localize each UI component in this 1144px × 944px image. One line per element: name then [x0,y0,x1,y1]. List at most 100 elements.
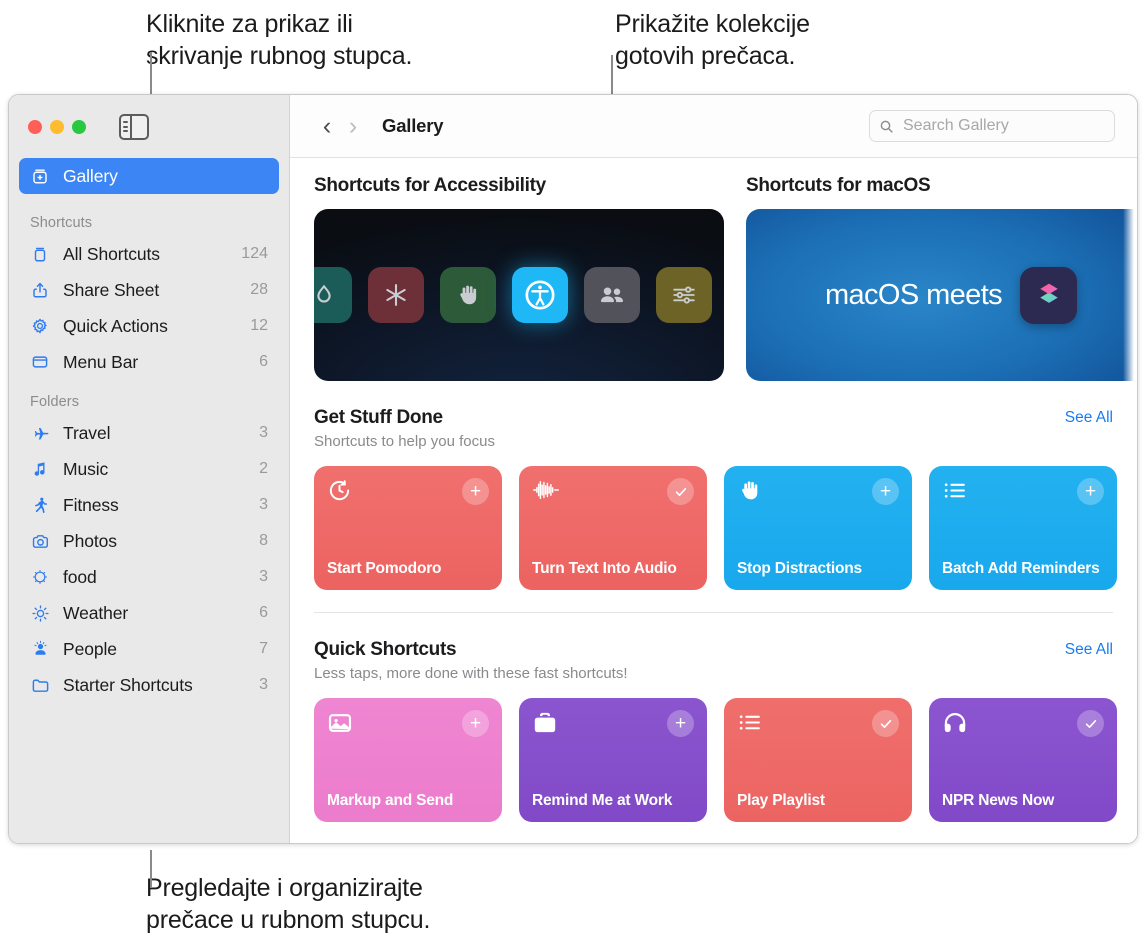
sidebar-list: Gallery Shortcuts All Shortcuts 124 Shar… [9,158,289,843]
chevron-right-icon[interactable]: › [340,113,366,139]
sliders-icon [656,267,712,323]
shortcut-card-batch-add-reminders[interactable]: + Batch Add Reminders [929,466,1117,590]
add-badge[interactable]: + [462,478,489,505]
close-button[interactable] [28,119,42,134]
shortcut-card-markup-and-send[interactable]: + Markup and Send [314,698,502,822]
sidebar-item-fitness[interactable]: Fitness 3 [19,487,279,523]
share-icon [29,281,51,299]
sidebar-item-gallery[interactable]: Gallery [19,158,279,194]
sidebar-item-count: 3 [259,568,268,585]
banner-title: Shortcuts for Accessibility [314,175,546,196]
callout-gallery: Prikažite kolekcije gotovih prečaca. [615,10,810,70]
sidebar-toggle-icon[interactable] [119,113,149,140]
see-all-link[interactable]: See All [1065,641,1113,659]
section-header: Quick Shortcuts Less taps, more done wit… [314,639,1137,682]
sidebar-item-label: All Shortcuts [63,243,160,264]
sidebar-item-count: 6 [259,604,268,621]
person-sparkle-icon [29,640,51,659]
gear-icon [29,317,51,335]
banner-macos: Shortcuts for macOS macOS meets [746,175,1137,381]
sidebar-item-travel[interactable]: Travel 3 [19,415,279,451]
shortcut-card-stop-distractions[interactable]: + Stop Distractions [724,466,912,590]
sidebar-item-count: 12 [250,317,268,334]
asterisk-icon [368,267,424,323]
sidebar-item-menu-bar[interactable]: Menu Bar 6 [19,344,279,380]
section-quick-shortcuts: Quick Shortcuts Less taps, more done wit… [314,613,1137,822]
shortcut-card-partial[interactable] [1134,466,1137,590]
sidebar-item-count: 8 [259,532,268,549]
waveform-icon [532,478,560,502]
see-all-link[interactable]: See All [1065,409,1113,427]
page-title: Gallery [382,115,444,136]
sidebar-toolbar [9,95,289,158]
sidebar-item-label: Quick Actions [63,315,168,336]
sidebar-item-food[interactable]: food 3 [19,559,279,595]
banner-macos-text: macOS meets [824,278,1003,311]
shortcut-card-name: NPR News Now [942,792,1055,809]
sidebar-item-label: People [63,638,117,659]
sidebar: Gallery Shortcuts All Shortcuts 124 Shar… [9,95,290,843]
add-badge[interactable]: + [462,710,489,737]
sidebar-item-count: 124 [241,245,268,262]
list-icon [942,478,967,503]
search-input[interactable] [901,116,1105,136]
briefcase-icon [532,710,558,736]
search-field[interactable] [869,110,1115,142]
sidebar-item-count: 7 [259,640,268,657]
sidebar-item-music[interactable]: Music 2 [19,451,279,487]
check-badge[interactable] [1077,710,1104,737]
add-badge[interactable]: + [872,478,899,505]
hand-raised-icon [440,267,496,323]
add-badge[interactable]: + [1077,478,1104,505]
menubar-icon [29,353,51,371]
drop-icon [314,267,352,323]
shortcut-card-turn-text-into-audio[interactable]: Turn Text Into Audio [519,466,707,590]
sidebar-item-label: Music [63,458,109,479]
banner-card-macos[interactable]: macOS meets [746,209,1137,381]
shortcut-card-start-pomodoro[interactable]: + Start Pomodoro [314,466,502,590]
shortcut-card-name: Stop Distractions [737,560,862,577]
banner-card-accessibility[interactable] [314,209,724,381]
shortcut-card-name: Start Pomodoro [327,560,442,577]
shortcut-card-remind-me-at-work[interactable]: + Remind Me at Work [519,698,707,822]
sidebar-item-count: 28 [250,281,268,298]
sidebar-item-label: Photos [63,530,117,551]
sidebar-item-label: Weather [63,602,129,623]
hand-raised-icon [737,478,762,503]
sidebar-item-share-sheet[interactable]: Share Sheet 28 [19,272,279,308]
shortcut-card-npr-news-now[interactable]: NPR News Now [929,698,1117,822]
sidebar-item-starter-shortcuts[interactable]: Starter Shortcuts 3 [19,667,279,703]
sidebar-item-quick-actions[interactable]: Quick Actions 12 [19,308,279,344]
window-controls [28,119,86,134]
burst-circle-icon [29,568,51,586]
minimize-button[interactable] [50,119,64,134]
shortcuts-app-icon [1020,266,1078,324]
callout-sidebar-toggle: Kliknite za prikaz ili skrivanje rubnog … [146,10,413,70]
sidebar-item-all-shortcuts[interactable]: All Shortcuts 124 [19,236,279,272]
gallery-icon [29,167,51,185]
sidebar-item-label: food [63,566,97,587]
check-badge[interactable] [667,478,694,505]
callout-leader-line-sidebar-browse [150,850,152,888]
running-person-icon [29,496,51,514]
check-badge[interactable] [872,710,899,737]
zoom-button[interactable] [72,119,86,134]
sidebar-item-count: 3 [259,496,268,513]
shortcut-card-name: Play Playlist [737,792,825,809]
sidebar-item-weather[interactable]: Weather 6 [19,595,279,631]
main-area: ‹ › Gallery Shortcuts for Accessibility [290,95,1137,843]
folder-icon [29,676,51,695]
chevron-left-icon[interactable]: ‹ [314,113,340,139]
section-title: Get Stuff Done [314,407,443,428]
shortcut-card-partial[interactable] [1134,698,1137,822]
section-subtitle: Shortcuts to help you focus [314,433,495,450]
add-badge[interactable]: + [667,710,694,737]
section-title: Quick Shortcuts [314,639,457,660]
sidebar-item-photos[interactable]: Photos 8 [19,523,279,559]
callout-sidebar-browse: Pregledajte i organizirajte prečace u ru… [146,874,431,934]
sidebar-item-people[interactable]: People 7 [19,631,279,667]
shortcut-card-play-playlist[interactable]: Play Playlist [724,698,912,822]
sidebar-section-shortcuts-label: Shortcuts [30,215,93,231]
section-get-stuff-done: Get Stuff Done Shortcuts to help you foc… [314,381,1137,613]
sidebar-item-label: Travel [63,422,111,443]
